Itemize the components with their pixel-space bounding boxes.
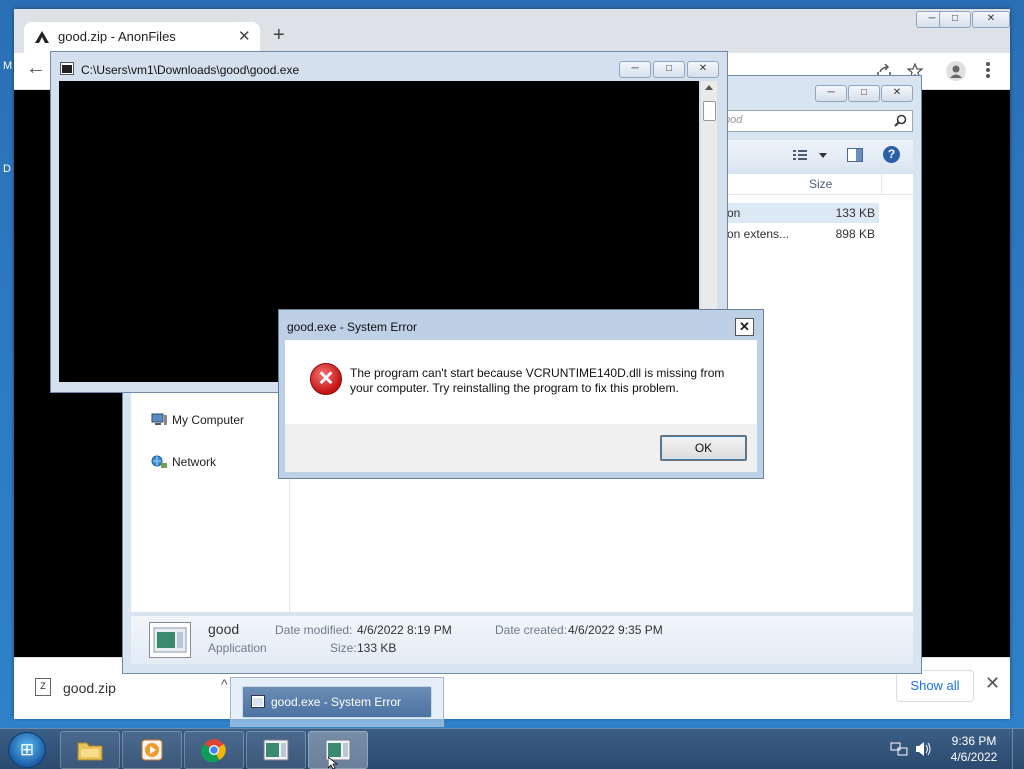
console-close-button[interactable]: ✕ <box>687 61 719 78</box>
download-bar-close-icon[interactable]: ✕ <box>985 673 1000 694</box>
file-row-size: 133 KB <box>835 206 875 220</box>
system-clock[interactable]: 9:36 PM 4/6/2022 <box>942 733 1006 765</box>
taskbar-media-player-button[interactable] <box>122 731 182 769</box>
nav-item-label: My Computer <box>172 413 245 427</box>
application-window-icon <box>263 739 289 761</box>
network-status-icon[interactable] <box>890 741 908 757</box>
new-tab-button[interactable]: + <box>273 24 285 47</box>
mouse-cursor-icon <box>328 757 338 769</box>
error-window-icon <box>251 695 265 708</box>
preview-pane-icon[interactable] <box>847 148 863 162</box>
scrollbar-thumb[interactable] <box>703 101 716 121</box>
desktop-icon-label-d: D <box>3 163 11 175</box>
tab-close-icon[interactable]: ✕ <box>238 27 251 45</box>
dialog-body: ✕ The program can't start because VCRUNT… <box>285 340 757 472</box>
maximize-button[interactable]: □ <box>939 11 971 28</box>
details-date-created-label: Date created: <box>495 623 568 637</box>
account-icon[interactable] <box>946 61 966 81</box>
nav-item-label: Network <box>172 455 217 469</box>
start-button[interactable]: ⊞ <box>8 732 46 768</box>
taskbar-preview-label: good.exe - System Error <box>271 695 402 709</box>
folder-icon <box>77 742 103 761</box>
details-size-label: Size: <box>330 641 357 655</box>
search-input[interactable]: ood <box>721 110 913 132</box>
system-error-dialog: good.exe - System Error ✕ ✕ The program … <box>278 309 764 479</box>
close-button[interactable]: ✕ <box>972 11 1010 28</box>
command-bar: ? <box>721 140 913 170</box>
explorer-close-button[interactable]: ✕ <box>881 85 913 102</box>
details-file-type: Application <box>208 641 267 655</box>
console-app-icon <box>60 62 74 75</box>
taskbar: ⊞ 9:36 PM 4/6/2022 <box>0 728 1024 769</box>
file-row-type: tion extens... <box>721 227 790 241</box>
column-header-size[interactable]: Size <box>721 174 913 195</box>
chrome-tab[interactable]: good.zip - AnonFiles ✕ <box>24 22 260 53</box>
scroll-up-arrow-icon[interactable] <box>705 85 713 90</box>
details-date-modified-label: Date modified: <box>275 623 353 637</box>
taskbar-error-dialog-button[interactable] <box>308 731 368 769</box>
computer-icon <box>151 413 167 425</box>
zip-file-icon: Z <box>35 678 51 696</box>
file-row[interactable]: tion 133 KB <box>721 203 879 223</box>
details-date-created: 4/6/2022 9:35 PM <box>568 623 663 637</box>
chevron-up-icon[interactable]: ^ <box>221 676 228 692</box>
taskbar-preview-item[interactable]: good.exe - System Error <box>242 686 432 718</box>
dialog-close-button[interactable]: ✕ <box>735 318 754 336</box>
network-icon <box>151 455 167 468</box>
dialog-title: good.exe - System Error <box>287 320 418 334</box>
anonfiles-favicon-icon <box>35 31 49 43</box>
column-header-label: Size <box>809 177 833 191</box>
chrome-icon <box>201 739 226 762</box>
view-options-icon[interactable] <box>793 149 827 161</box>
file-row[interactable]: tion extens... 898 KB <box>721 224 879 244</box>
dialog-message: The program can't start because VCRUNTIM… <box>350 366 725 395</box>
explorer-minimize-button[interactable]: ─ <box>815 85 847 102</box>
taskbar-preview: good.exe - System Error <box>230 677 444 727</box>
help-icon[interactable]: ? <box>883 146 900 163</box>
details-file-name: good <box>208 621 240 637</box>
details-size: 133 KB <box>357 641 397 655</box>
download-file-name[interactable]: good.zip <box>63 680 116 696</box>
console-title: C:\Users\vm1\Downloads\good\good.exe <box>81 63 300 77</box>
ok-button[interactable]: OK <box>660 435 747 461</box>
taskbar-good-exe-button[interactable] <box>246 731 306 769</box>
taskbar-explorer-button[interactable] <box>60 731 120 769</box>
show-desktop-button[interactable] <box>1012 729 1024 769</box>
application-thumbnail-icon <box>149 622 191 658</box>
nav-item-my-computer[interactable]: My Computer <box>151 413 244 427</box>
nav-item-network[interactable]: Network <box>151 455 216 469</box>
desktop-icon-label-m: M <box>3 60 13 72</box>
chrome-tabstrip: good.zip - AnonFiles ✕ + ─ □ ✕ <box>14 9 1010 53</box>
console-minimize-button[interactable]: ─ <box>619 61 651 78</box>
explorer-maximize-button[interactable]: □ <box>848 85 880 102</box>
details-pane: good Application Date modified: 4/6/2022… <box>131 616 913 664</box>
error-icon: ✕ <box>310 363 342 395</box>
menu-icon[interactable] <box>986 62 990 78</box>
media-player-icon <box>141 739 163 761</box>
taskbar-chrome-button[interactable] <box>184 731 244 769</box>
clock-time: 9:36 PM <box>951 734 997 748</box>
show-all-button[interactable]: Show all <box>896 670 974 702</box>
console-maximize-button[interactable]: □ <box>653 61 685 78</box>
search-icon[interactable] <box>894 114 907 127</box>
back-button[interactable]: ← <box>26 57 46 80</box>
clock-date: 4/6/2022 <box>950 750 998 764</box>
tab-title: good.zip - AnonFiles <box>58 29 176 44</box>
volume-icon[interactable] <box>914 741 932 757</box>
column-divider <box>881 174 882 194</box>
details-date-modified: 4/6/2022 8:19 PM <box>357 623 452 637</box>
file-row-size: 898 KB <box>835 227 875 241</box>
